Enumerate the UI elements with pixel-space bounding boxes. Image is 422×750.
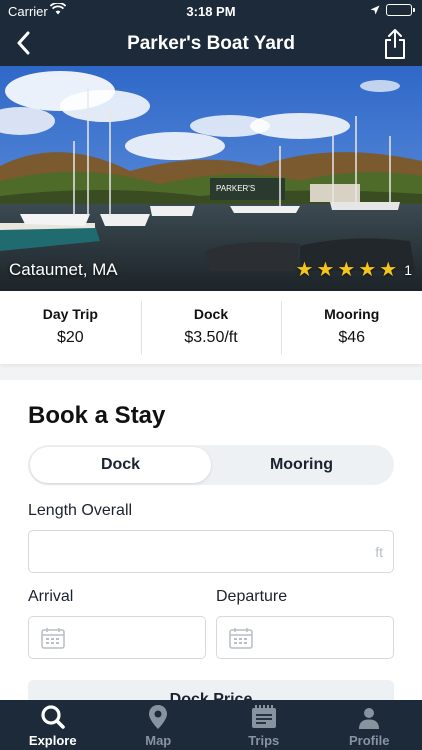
arrival-date-field[interactable] — [28, 616, 206, 659]
sign-text: PARKER'S — [216, 184, 255, 193]
tab-mooring[interactable]: Mooring — [211, 447, 392, 483]
price-dock: Dock $3.50/ft — [140, 291, 282, 364]
price-label: Mooring — [324, 306, 380, 322]
price-summary: Day Trip $20 Dock $3.50/ft Mooring $46 — [0, 291, 422, 364]
profile-icon — [359, 708, 380, 729]
location-label: Cataumet, MA — [9, 260, 118, 279]
star-icon: ★ — [358, 259, 377, 281]
length-input[interactable] — [29, 531, 393, 572]
price-mooring: Mooring $46 — [281, 291, 422, 364]
status-bar: Carrier 3:18 PM — [0, 0, 422, 22]
share-button[interactable] — [382, 28, 408, 60]
price-label: Dock — [193, 306, 229, 322]
tab-dock[interactable]: Dock — [30, 447, 211, 483]
departure-label: Departure — [216, 588, 288, 605]
tab-bar: Explore Map Trips Profile — [0, 700, 422, 750]
calendar-icon — [229, 628, 253, 649]
hero-photo: PARKER'S Cataumet, MA ★ ★ ★ ★ ★ 1 — [0, 66, 422, 291]
arrival-label: Arrival — [28, 588, 74, 605]
trips-icon — [251, 705, 276, 728]
map-pin-icon — [149, 705, 168, 729]
back-button[interactable] — [8, 28, 38, 58]
length-label: Length Overall — [28, 502, 133, 519]
star-rating: ★ ★ ★ ★ ★ 1 — [295, 259, 412, 281]
tab-map[interactable]: Map — [106, 700, 212, 750]
price-value: $20 — [56, 329, 84, 346]
battery-icon — [386, 4, 415, 16]
harbor-photo: PARKER'S — [0, 66, 422, 291]
tab-explore[interactable]: Explore — [0, 700, 106, 750]
tab-label: Explore — [28, 733, 77, 748]
price-day-trip: Day Trip $20 — [0, 291, 141, 364]
price-value: $3.50/ft — [184, 329, 238, 346]
share-icon — [385, 29, 405, 59]
navigation-bar: Parker's Boat Yard — [0, 22, 422, 66]
search-icon — [41, 705, 65, 729]
unit-label: ft — [375, 544, 383, 560]
length-field-box: ft — [28, 530, 394, 573]
price-value: $46 — [338, 329, 366, 346]
tab-label: Map — [145, 733, 172, 748]
tab-trips[interactable]: Trips — [211, 700, 317, 750]
clock: 3:18 PM — [186, 4, 236, 19]
stay-type-toggle: Dock Mooring — [28, 445, 394, 485]
chevron-left-icon — [17, 31, 30, 55]
price-label: Day Trip — [42, 306, 98, 322]
star-icon: ★ — [316, 259, 335, 281]
location-arrow-icon — [370, 5, 380, 15]
star-icon: ★ — [379, 259, 398, 281]
calendar-icon — [41, 628, 65, 649]
booking-card: Book a Stay Dock Mooring Length Overall … — [0, 380, 422, 720]
tab-profile[interactable]: Profile — [317, 700, 422, 750]
tab-label: Trips — [248, 733, 280, 748]
page-title: Parker's Boat Yard — [127, 33, 295, 54]
star-icon: ★ — [337, 259, 356, 281]
booking-title: Book a Stay — [28, 402, 166, 429]
departure-date-field[interactable] — [216, 616, 394, 659]
star-icon: ★ — [295, 259, 314, 281]
tab-label: Profile — [349, 733, 390, 748]
rating-count: 1 — [404, 262, 412, 278]
